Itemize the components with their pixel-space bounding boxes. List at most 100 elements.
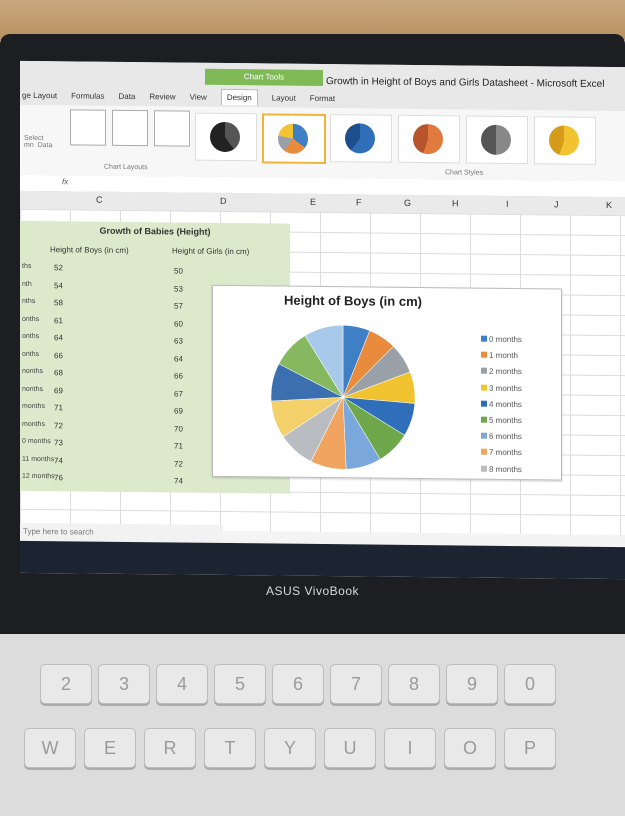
legend-item[interactable]: 5 months <box>481 416 522 433</box>
header-girls[interactable]: Height of Girls (in cm) <box>172 246 249 256</box>
keyboard-key[interactable]: 4 <box>156 664 208 704</box>
cell-boys[interactable]: 68 <box>54 368 63 377</box>
keyboard-key[interactable]: 2 <box>40 664 92 704</box>
row-label[interactable]: onths <box>22 350 39 357</box>
chart-style-5[interactable] <box>466 115 528 165</box>
keyboard-key[interactable]: 6 <box>272 664 324 704</box>
select-data-button[interactable]: Select mn Data <box>24 135 52 149</box>
column-header-g[interactable]: G <box>404 198 411 208</box>
cell-boys[interactable]: 72 <box>54 421 63 430</box>
cell-girls[interactable]: 64 <box>174 354 183 363</box>
cell-girls[interactable]: 70 <box>174 424 183 433</box>
legend-item[interactable]: 3 months <box>481 383 522 400</box>
legend-item[interactable]: 0 months <box>481 335 522 352</box>
column-header-c[interactable]: C <box>96 195 103 205</box>
column-header-d[interactable]: D <box>220 196 227 206</box>
row-label[interactable]: ths <box>22 263 31 270</box>
legend-item[interactable]: 7 months <box>481 448 522 465</box>
row-label[interactable]: nonths <box>22 385 43 392</box>
tab-layout[interactable]: Layout <box>272 93 296 102</box>
keyboard-key[interactable]: E <box>84 728 136 768</box>
keyboard-key[interactable]: O <box>444 728 496 768</box>
chart-style-2-selected[interactable] <box>262 113 326 165</box>
cell-girls[interactable]: 67 <box>174 389 183 398</box>
tab-page-layout[interactable]: ge Layout <box>22 90 57 99</box>
row-label[interactable]: nth <box>22 280 32 287</box>
row-label[interactable]: 0 months <box>22 438 51 445</box>
keyboard-key[interactable]: Y <box>264 728 316 768</box>
column-header-j[interactable]: J <box>554 199 559 209</box>
cell-girls[interactable]: 71 <box>174 441 183 450</box>
cell-girls[interactable]: 66 <box>174 371 183 380</box>
chart-layout-1[interactable] <box>70 109 106 146</box>
cell-girls[interactable]: 50 <box>174 266 183 275</box>
column-header-i[interactable]: I <box>506 199 509 209</box>
cell-boys[interactable]: 64 <box>54 333 63 342</box>
tab-data[interactable]: Data <box>118 91 135 100</box>
keyboard-key[interactable]: 5 <box>214 664 266 704</box>
keyboard-key[interactable]: I <box>384 728 436 768</box>
row-label[interactable]: 12 months <box>22 473 55 480</box>
legend-item[interactable]: 8 months <box>481 464 522 481</box>
row-label[interactable]: months <box>22 420 45 427</box>
legend-item[interactable]: 2 months <box>481 367 522 384</box>
cell-boys[interactable]: 76 <box>54 473 63 482</box>
keyboard-key[interactable]: 7 <box>330 664 382 704</box>
cell-girls[interactable]: 57 <box>174 301 183 310</box>
row-label[interactable]: onths <box>22 333 39 340</box>
cell-girls[interactable]: 69 <box>174 406 183 415</box>
cell-girls[interactable]: 53 <box>174 284 183 293</box>
legend-item[interactable]: 1 month <box>481 351 522 368</box>
cell-girls[interactable]: 60 <box>174 319 183 328</box>
column-header-h[interactable]: H <box>452 198 459 208</box>
legend-item[interactable]: 4 months <box>481 399 522 416</box>
chart-style-1[interactable] <box>195 112 257 162</box>
cell-boys[interactable]: 58 <box>54 298 63 307</box>
keyboard-key[interactable]: P <box>504 728 556 768</box>
cell-boys[interactable]: 61 <box>54 316 63 325</box>
column-header-f[interactable]: F <box>356 197 362 207</box>
keyboard-key[interactable]: 9 <box>446 664 498 704</box>
legend-label: 6 months <box>489 431 522 442</box>
cell-girls[interactable]: 74 <box>174 476 183 485</box>
keyboard-key[interactable]: 3 <box>98 664 150 704</box>
cell-boys[interactable]: 74 <box>54 456 63 465</box>
column-header-k[interactable]: K <box>606 200 612 210</box>
header-boys[interactable]: Height of Boys (in cm) <box>50 245 129 255</box>
cell-boys[interactable]: 69 <box>54 386 63 395</box>
cell-boys[interactable]: 52 <box>54 263 63 272</box>
chart-tools-context-tab[interactable]: Chart Tools <box>205 68 323 87</box>
pie-chart[interactable]: Height of Boys (in cm) 0 months 1 month 2 … <box>212 284 562 481</box>
tab-design[interactable]: Design <box>220 88 258 106</box>
cell-boys[interactable]: 54 <box>54 281 63 290</box>
taskbar-search[interactable]: Type here to search <box>20 522 223 543</box>
chart-style-4[interactable] <box>398 114 460 164</box>
cell-boys[interactable]: 66 <box>54 351 63 360</box>
column-header-e[interactable]: E <box>310 197 316 207</box>
tab-view[interactable]: View <box>190 92 207 101</box>
cell-boys[interactable]: 71 <box>54 403 63 412</box>
tab-review[interactable]: Review <box>149 92 175 101</box>
keyboard-key[interactable]: T <box>204 728 256 768</box>
chart-style-3[interactable] <box>330 114 392 163</box>
chart-style-6[interactable] <box>534 116 596 165</box>
row-label[interactable]: onths <box>22 315 39 322</box>
row-label[interactable]: 11 months <box>22 455 54 462</box>
legend-item[interactable]: 6 months <box>481 432 522 449</box>
row-label[interactable]: nths <box>22 298 35 305</box>
keyboard-key[interactable]: W <box>24 728 76 768</box>
keyboard-key[interactable]: U <box>324 728 376 768</box>
chart-layout-3[interactable] <box>154 110 190 147</box>
row-label[interactable]: months <box>22 403 45 410</box>
tab-format[interactable]: Format <box>310 93 335 102</box>
tab-formulas[interactable]: Formulas <box>71 91 104 100</box>
chart-legend[interactable]: 0 months 1 month 2 months 3 months 4 months 5… <box>481 335 522 481</box>
cell-girls[interactable]: 72 <box>174 459 183 468</box>
keyboard-key[interactable]: 0 <box>504 664 556 704</box>
cell-girls[interactable]: 63 <box>174 336 183 345</box>
row-label[interactable]: nonths <box>22 368 43 375</box>
keyboard-key[interactable]: R <box>144 728 196 768</box>
keyboard-key[interactable]: 8 <box>388 664 440 704</box>
chart-layout-2[interactable] <box>112 109 148 147</box>
cell-boys[interactable]: 73 <box>54 438 63 447</box>
